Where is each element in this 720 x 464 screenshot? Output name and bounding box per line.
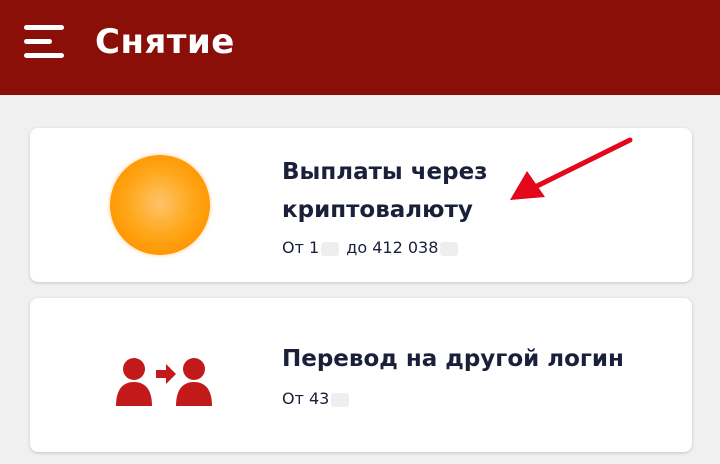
page-title: Снятие [95,22,235,62]
hamburger-menu-icon[interactable] [24,25,68,59]
limit-from: От 43 [282,389,330,408]
user-transfer-icon [116,358,212,406]
blurred-currency [440,241,459,256]
blurred-currency [321,241,340,256]
crypto-coin-icon [110,155,210,255]
menu-line [24,53,64,58]
red-arrow-icon [510,137,633,200]
blurred-currency [331,392,350,407]
menu-line [24,25,64,30]
option-limit: От 1 до 412 038 [282,238,460,257]
limit-from: От 1 [282,238,320,257]
option-title: Перевод на другой логин [282,346,624,372]
option-limit: От 43 [282,389,351,408]
option-transfer-login[interactable]: Перевод на другой логин От 43 [30,298,692,452]
menu-line [24,39,52,44]
limit-to: до 412 038 [346,238,439,257]
app-bar: Снятие [0,0,720,95]
